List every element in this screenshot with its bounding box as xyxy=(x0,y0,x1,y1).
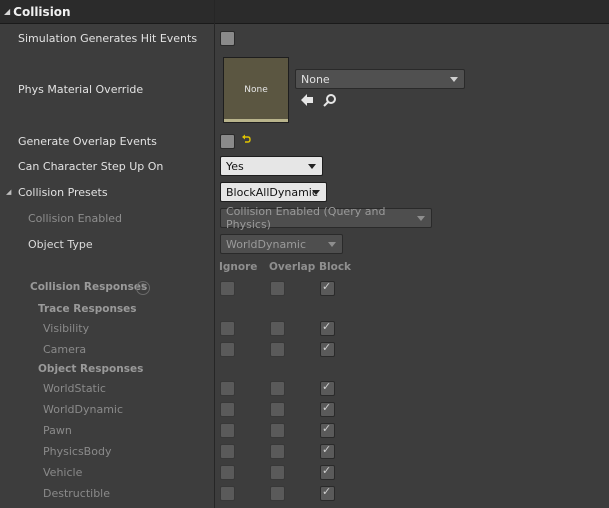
phys-material-value: None xyxy=(301,72,330,86)
visibility-block-checkbox[interactable] xyxy=(320,320,335,336)
collapse-arrow-icon[interactable]: ◢ xyxy=(4,7,10,16)
object-physicsbody-label: PhysicsBody xyxy=(43,445,112,458)
ignore-column-header: Ignore xyxy=(219,261,258,273)
worldstatic-overlap-checkbox[interactable] xyxy=(270,381,285,396)
collision-section-header[interactable]: ◢ Collision xyxy=(0,0,609,24)
thumbnail-label: None xyxy=(244,85,268,95)
column-divider[interactable] xyxy=(214,0,215,508)
thumbnail-bar xyxy=(224,119,288,122)
pawn-ignore-checkbox[interactable] xyxy=(220,423,235,438)
chevron-down-icon xyxy=(312,190,320,195)
object-destructible-label: Destructible xyxy=(43,487,110,500)
responses-overlap-checkbox[interactable] xyxy=(270,281,285,296)
object-type-dropdown[interactable]: WorldDynamic xyxy=(220,234,343,254)
object-vehicle-label: Vehicle xyxy=(43,466,83,479)
worldstatic-ignore-checkbox[interactable] xyxy=(220,381,235,396)
worldstatic-block-checkbox[interactable] xyxy=(320,380,335,396)
worlddynamic-block-checkbox[interactable] xyxy=(320,401,335,417)
browse-button[interactable] xyxy=(323,93,337,110)
presets-value: BlockAllDynamic xyxy=(226,185,318,199)
camera-ignore-checkbox[interactable] xyxy=(220,342,235,357)
vehicle-overlap-checkbox[interactable] xyxy=(270,465,285,480)
object-type-label: Object Type xyxy=(28,238,93,251)
sim-hit-events-checkbox[interactable] xyxy=(220,31,235,46)
overlap-events-checkbox[interactable] xyxy=(220,134,235,149)
help-icon[interactable]: ? xyxy=(136,281,150,295)
collision-enabled-value: Collision Enabled (Query and Physics) xyxy=(226,205,386,231)
physicsbody-ignore-checkbox[interactable] xyxy=(220,444,235,459)
collision-responses-label: Collision Responses xyxy=(30,281,148,293)
presets-dropdown[interactable]: BlockAllDynamic xyxy=(220,182,327,202)
chevron-down-icon xyxy=(450,77,458,82)
object-type-value: WorldDynamic xyxy=(226,237,307,251)
step-up-dropdown[interactable]: Yes xyxy=(220,156,323,176)
chevron-down-icon xyxy=(308,164,316,169)
chevron-down-icon xyxy=(417,216,425,221)
destructible-block-checkbox[interactable] xyxy=(320,485,335,501)
phys-material-label: Phys Material Override xyxy=(18,83,144,96)
object-pawn-label: Pawn xyxy=(43,424,72,437)
overlap-events-label: Generate Overlap Events xyxy=(18,135,157,148)
use-selected-button[interactable] xyxy=(300,93,314,110)
camera-overlap-checkbox[interactable] xyxy=(270,342,285,357)
step-up-value: Yes xyxy=(226,159,244,173)
collision-enabled-dropdown[interactable]: Collision Enabled (Query and Physics) xyxy=(220,205,432,231)
visibility-ignore-checkbox[interactable] xyxy=(220,321,235,336)
reset-to-default-button[interactable] xyxy=(241,134,251,147)
physicsbody-block-checkbox[interactable] xyxy=(320,443,335,459)
block-column-header: Block xyxy=(319,261,352,273)
worlddynamic-ignore-checkbox[interactable] xyxy=(220,402,235,417)
destructible-ignore-checkbox[interactable] xyxy=(220,486,235,501)
reset-arrow-icon xyxy=(242,134,251,143)
responses-ignore-checkbox[interactable] xyxy=(220,281,235,296)
physicsbody-overlap-checkbox[interactable] xyxy=(270,444,285,459)
worlddynamic-overlap-checkbox[interactable] xyxy=(270,402,285,417)
trace-camera-label: Camera xyxy=(43,343,87,356)
chevron-down-icon xyxy=(328,242,336,247)
trace-visibility-label: Visibility xyxy=(43,322,90,335)
step-up-label: Can Character Step Up On xyxy=(18,160,164,173)
object-responses-label: Object Responses xyxy=(38,363,144,375)
camera-block-checkbox[interactable] xyxy=(320,341,335,357)
phys-material-dropdown[interactable]: None xyxy=(295,69,465,89)
vehicle-block-checkbox[interactable] xyxy=(320,464,335,480)
pawn-block-checkbox[interactable] xyxy=(320,422,335,438)
phys-material-thumbnail[interactable]: None xyxy=(223,57,289,123)
presets-label: Collision Presets xyxy=(18,186,108,199)
vehicle-ignore-checkbox[interactable] xyxy=(220,465,235,480)
presets-expand-arrow-icon[interactable]: ◢ xyxy=(6,188,11,196)
collision-enabled-label: Collision Enabled xyxy=(28,212,123,225)
overlap-column-header: Overlap xyxy=(269,261,316,273)
responses-block-checkbox[interactable] xyxy=(320,280,335,296)
section-title: Collision xyxy=(13,4,71,19)
pawn-overlap-checkbox[interactable] xyxy=(270,423,285,438)
visibility-overlap-checkbox[interactable] xyxy=(270,321,285,336)
sim-hit-events-label: Simulation Generates Hit Events xyxy=(18,32,198,45)
magnifier-icon xyxy=(323,94,336,107)
trace-responses-label: Trace Responses xyxy=(38,303,137,315)
object-worldstatic-label: WorldStatic xyxy=(43,382,106,395)
object-worlddynamic-label: WorldDynamic xyxy=(43,403,124,416)
arrow-left-icon xyxy=(301,94,313,106)
destructible-overlap-checkbox[interactable] xyxy=(270,486,285,501)
